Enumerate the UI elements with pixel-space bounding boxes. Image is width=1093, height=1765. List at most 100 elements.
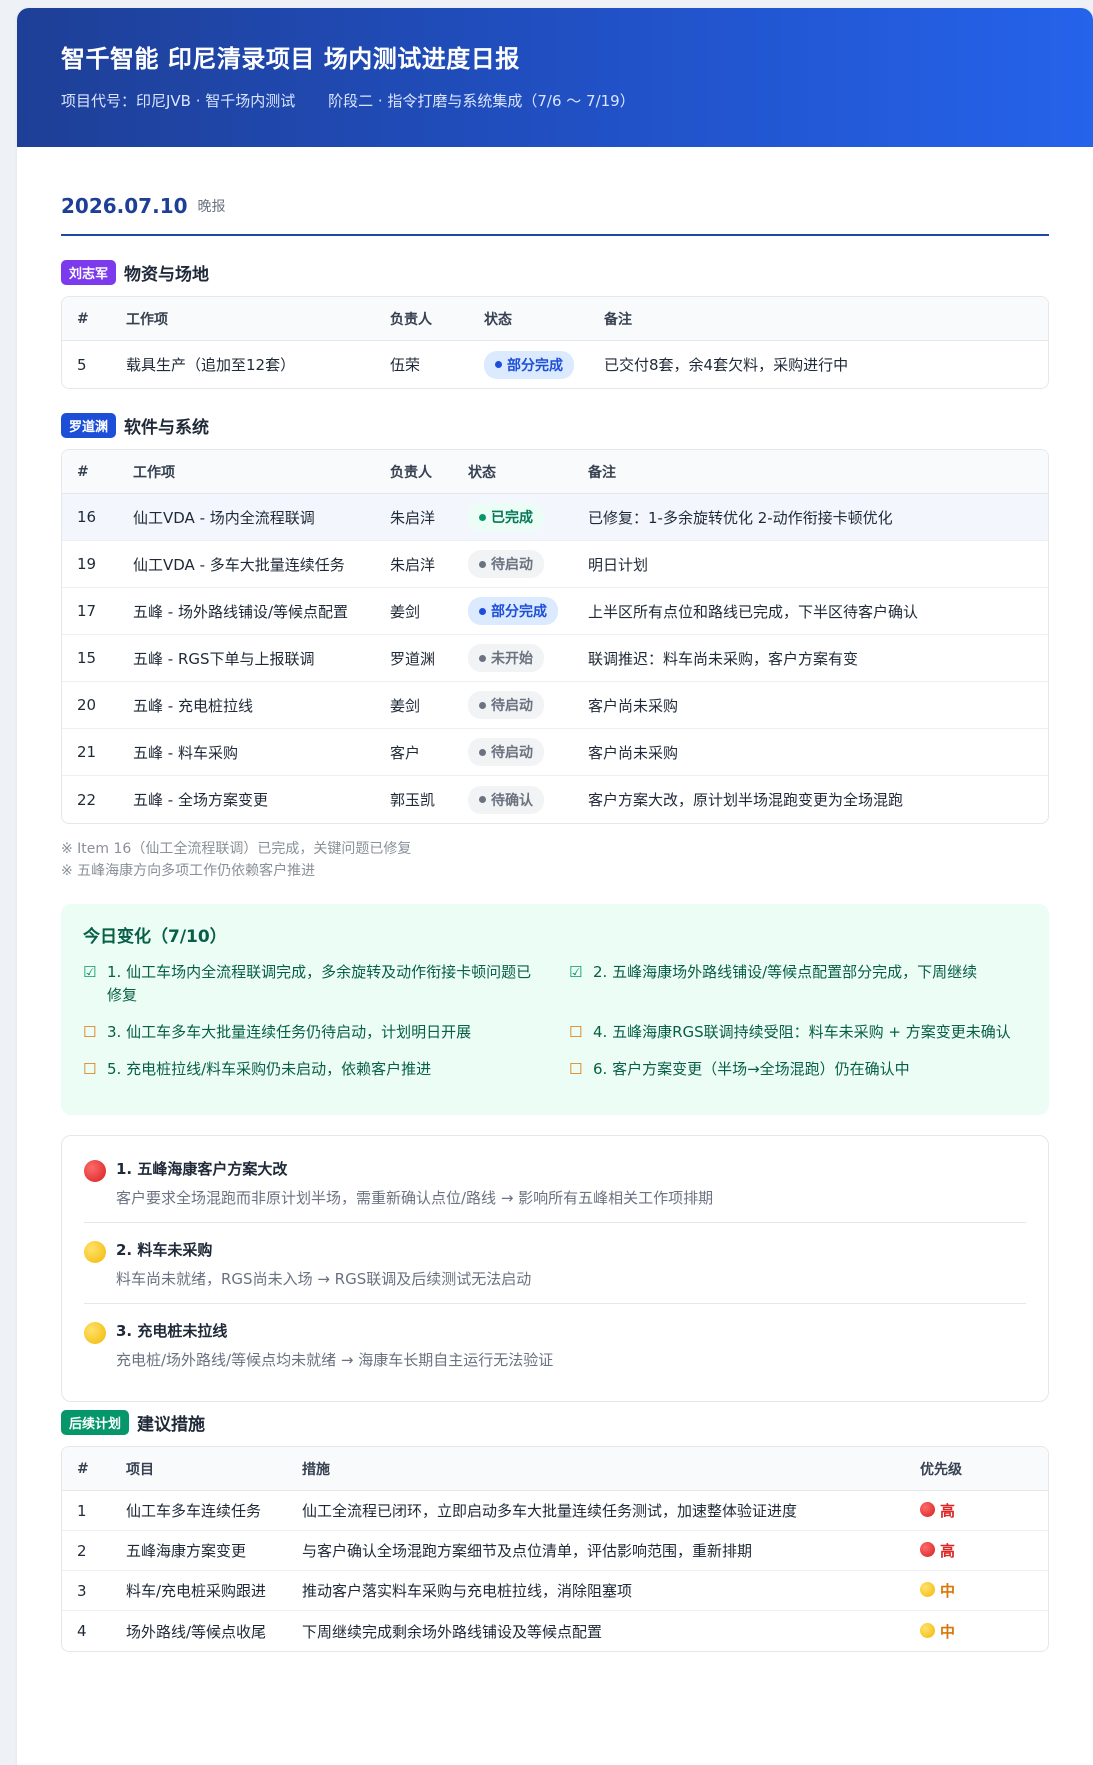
status-badge: 待启动 — [468, 550, 544, 578]
changes-title: 今日变化（7/10） — [83, 927, 227, 947]
risk-text: 3. 充电桩未拉线 充电桩/场外路线/等候点均未就绪 → 海康车长期自主运行无法验… — [116, 1320, 553, 1370]
section-plan-title: 后续计划 建议措施 — [61, 1408, 1049, 1436]
work-item: 五峰 - RGS下单与上报联调 — [118, 635, 375, 682]
owner-name: 伍荣 — [390, 356, 421, 374]
work-item: 五峰 - 充电桩拉线 — [118, 682, 375, 729]
status-badge: 未开始 — [468, 644, 544, 672]
risk-item: 3. 充电桩未拉线 充电桩/场外路线/等候点均未就绪 → 海康车长期自主运行无法验… — [84, 1304, 1026, 1384]
row-number: 15 — [62, 635, 118, 682]
status-label: 待启动 — [491, 745, 533, 761]
table-row: 1 仙工车多车连续任务 仙工全流程已闭环，立即启动多车大批量连续任务测试，加速整体验… — [62, 1491, 1048, 1531]
risk-title: 1. 五峰海康客户方案大改 — [116, 1160, 288, 1178]
priority-badge: 高 — [920, 1502, 955, 1520]
date-row: 2026.07.10 晚报 — [61, 147, 1049, 236]
row-number: 20 — [62, 682, 118, 729]
risk-item: 1. 五峰海康客户方案大改客户要求全场混跑而非原计划半场，需重新确认点位/路线 … — [84, 1142, 1026, 1223]
owner-name: 姜剑 — [375, 588, 453, 635]
status-label: 待确认 — [491, 792, 533, 809]
materials-table: # 工作项 负责人 状态 备注 5 载具生产（追加至12套） 伍荣 部分完成 已交付8套… — [61, 296, 1049, 389]
risk-desc: 客户要求全场混跑而非原计划半场，需重新确认点位/路线 → 影响所有五峰相关工作项… — [116, 1189, 714, 1207]
col-header: 项目 — [111, 1447, 287, 1491]
change-item: ☐ 5. 充电桩拉线/料车采购仍未启动，依赖客户推进 — [83, 1058, 541, 1081]
table-row: 3 料车/充电桩采购跟进 推动客户落实料车采购与充电桩拉线，消除阻塞项 中 — [62, 1571, 1048, 1611]
section-software-title: 罗道渊 软件与系统 — [61, 411, 1049, 439]
work-item: 载具生产（追加至12套） — [126, 356, 296, 374]
col-header: # — [62, 297, 111, 341]
row-number: 2 — [62, 1531, 111, 1571]
priority-cell: 高 — [905, 1491, 1048, 1531]
table-row: 4 场外路线/等候点收尾 下周继续完成剩余场外路线铺设及等候点配置 中 — [62, 1611, 1048, 1651]
priority-badge: 高 — [920, 1542, 955, 1560]
checked-box-icon: ☑ — [569, 963, 583, 981]
row-number: 5 — [77, 355, 87, 374]
row-number: 17 — [62, 588, 118, 635]
plan-item: 仙工车多车连续任务 — [111, 1491, 287, 1531]
row-number: 1 — [62, 1491, 111, 1531]
row-number: 4 — [77, 1622, 87, 1640]
status-dot-icon — [479, 748, 486, 756]
status-cell: 未开始 — [453, 635, 573, 682]
change-item: ☐ 6. 客户方案变更（半场→全场混跑）仍在确认中 — [569, 1058, 1027, 1081]
yellow-circle-icon — [84, 1322, 106, 1344]
col-header: 备注 — [589, 297, 1048, 341]
owner-name: 郭玉凯 — [390, 791, 436, 809]
plan-item: 场外路线/等候点收尾 — [126, 1622, 267, 1641]
change-text: 2. 五峰海康场外路线铺设/等候点配置部分完成，下周继续 — [593, 963, 978, 981]
status-badge: 已完成 — [468, 503, 544, 531]
change-item: ☐ 4. 五峰海康RGS联调持续受阻：料车未采购 + 方案变更未确认 — [569, 1021, 1027, 1044]
change-text: 3. 仙工车多车大批量连续任务仍待启动，计划明日开展 — [107, 1023, 472, 1041]
status-label: 待启动 — [491, 557, 533, 573]
col-header: 负责人 — [375, 450, 453, 494]
section-name: 建议措施 — [137, 1414, 206, 1435]
section-name: 软件与系统 — [124, 417, 210, 438]
change-text: 5. 充电桩拉线/料车采购仍未启动，依赖客户推进 — [107, 1060, 432, 1078]
risks-panel: 1. 五峰海康客户方案大改客户要求全场混跑而非原计划半场，需重新确认点位/路线 … — [61, 1135, 1049, 1402]
row-note: 客户尚未采购 — [573, 729, 1048, 776]
plan-item: 料车/充电桩采购跟进 — [111, 1571, 287, 1611]
table-row: 20 五峰 - 充电桩拉线 姜剑 待启动 客户尚未采购 — [62, 682, 1048, 729]
status-badge: 部分完成 — [484, 350, 574, 379]
footnote: ※ 五峰海康方向多项工作仍依赖客户推进 — [61, 863, 316, 879]
plan-action: 推动客户落实料车采购与充电桩拉线，消除阻塞项 — [287, 1571, 905, 1611]
status-cell: 部分完成 — [469, 341, 589, 388]
table-row: 22 五峰 - 全场方案变更 郭玉凯 待确认 客户方案大改，原计划半场混跑变更为全场混跑 — [62, 776, 1048, 823]
table-row: 19 仙工VDA - 多车大批量连续任务 朱启洋 待启动 明日计划 — [62, 541, 1048, 588]
report-tag: 晚报 — [197, 199, 226, 215]
footnotes: ※ Item 16（仙工全流程联调）已完成，关键问题已修复 ※ 五峰海康方向多项… — [61, 838, 1049, 882]
row-number: 3 — [62, 1571, 111, 1611]
table-row: 16 仙工VDA - 场内全流程联调 朱启洋 已完成 已修复：1-多余旋转优化 2-动作… — [62, 494, 1048, 541]
priority-badge: 中 — [920, 1622, 956, 1641]
row-note: 联调推迟：料车尚未采购，客户方案有变 — [573, 635, 1048, 682]
risk-text: 2. 料车未采购 料车尚未就绪，RGS尚未入场 → RGS联调及后续测试无法启动 — [116, 1239, 531, 1289]
red-circle-icon — [84, 1160, 106, 1182]
owner-badge: 刘志军 — [61, 259, 117, 285]
priority-label: 中 — [940, 1622, 956, 1641]
owner-name: 朱启洋 — [375, 541, 453, 588]
plan-action: 与客户确认全场混跑方案细节及点位清单，评估影响范围，重新排期 — [287, 1531, 905, 1571]
priority-badge: 中 — [920, 1582, 955, 1600]
work-item: 五峰 - 料车采购 — [118, 729, 375, 776]
priority-label: 中 — [940, 1582, 956, 1600]
col-header: 优先级 — [905, 1447, 1048, 1491]
status-cell: 已完成 — [453, 494, 573, 541]
unchecked-box-icon: ☐ — [83, 1023, 97, 1041]
work-item: 仙工VDA - 场内全流程联调 — [118, 494, 375, 541]
table-row: 21 五峰 - 料车采购 客户 待启动 客户尚未采购 — [62, 729, 1048, 776]
row-number: 19 — [62, 541, 118, 588]
unchecked-box-icon: ☐ — [569, 1023, 583, 1041]
report-subtitle: 项目代号：印尼JVB · 智千场内测试 阶段二 · 指令打磨与系统集成（7/6 … — [61, 90, 1049, 111]
owner-name: 客户 — [375, 729, 453, 776]
status-dot-icon — [479, 513, 486, 521]
status-label: 部分完成 — [491, 604, 547, 620]
risk-text: 1. 五峰海康客户方案大改客户要求全场混跑而非原计划半场，需重新确认点位/路线 … — [116, 1158, 713, 1208]
row-number: 16 — [62, 494, 118, 541]
report-content: 2026.07.10 晚报 刘志军 物资与场地 # 工作项 负责人 状态 备注 … — [17, 147, 1093, 1652]
col-header: 工作项 — [118, 450, 375, 494]
status-dot-icon — [479, 701, 486, 709]
row-note: 客户方案大改，原计划半场混跑变更为全场混跑 — [588, 791, 904, 809]
work-item: 五峰 - 场外路线铺设/等候点配置 — [118, 588, 375, 635]
risk-title: 3. 充电桩未拉线 — [116, 1322, 228, 1340]
status-label: 未开始 — [491, 651, 533, 667]
today-changes: 今日变化（7/10） ☑ 1. 仙工车场内全流程联调完成，多余旋转及动作衔接卡顿问… — [61, 904, 1049, 1115]
report-title: 智千智能 印尼清录项目 场内测试进度日报 — [61, 45, 520, 73]
